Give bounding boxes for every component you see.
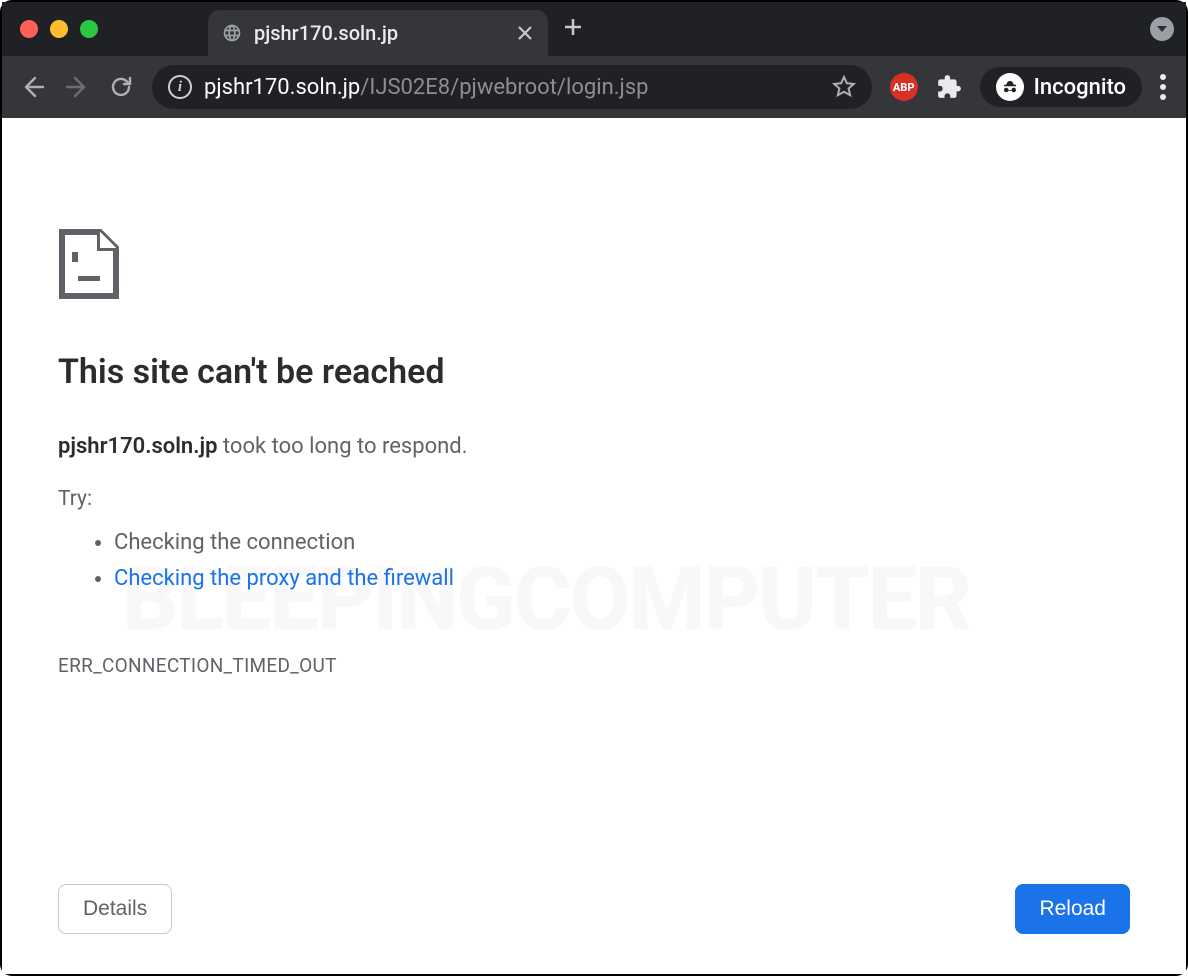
incognito-badge[interactable]: Incognito [980, 67, 1142, 107]
site-info-icon[interactable]: i [168, 75, 192, 99]
suggestions-list: Checking the connection Checking the pro… [58, 525, 1130, 598]
error-host: pjshr170.soln.jp [58, 434, 217, 459]
new-tab-button[interactable] [562, 16, 584, 42]
incognito-label: Incognito [1034, 75, 1126, 100]
sad-file-icon [58, 228, 1130, 304]
suggestion-check-proxy-firewall[interactable]: Checking the proxy and the firewall [114, 566, 454, 591]
page-content: BLEEPINGCOMPUTER This site can't be reac… [2, 118, 1186, 974]
close-window-button[interactable] [20, 20, 38, 38]
maximize-window-button[interactable] [80, 20, 98, 38]
tab-strip: pjshr170.soln.jp [2, 2, 1186, 56]
reload-button[interactable]: Reload [1015, 884, 1130, 934]
profile-menu-icon[interactable] [1150, 17, 1174, 41]
incognito-icon [996, 73, 1024, 101]
forward-button[interactable] [64, 74, 90, 100]
address-bar[interactable]: i pjshr170.soln.jp/IJS02E8/pjwebroot/log… [152, 65, 872, 109]
error-subtitle: pjshr170.soln.jp took too long to respon… [58, 434, 1130, 459]
url-path: /IJS02E8/pjwebroot/login.jsp [360, 75, 648, 100]
tab-title: pjshr170.soln.jp [254, 21, 398, 45]
error-host-suffix: took too long to respond. [217, 434, 467, 459]
browser-chrome: pjshr170.soln.jp i pjshr170.soln.jp/IJS0… [2, 2, 1186, 118]
reload-icon[interactable] [108, 74, 134, 100]
back-button[interactable] [20, 74, 46, 100]
suggestion-check-connection: Checking the connection [114, 525, 1130, 561]
button-row: Details Reload [58, 884, 1130, 934]
error-title: This site can't be reached [58, 352, 1130, 392]
minimize-window-button[interactable] [50, 20, 68, 38]
kebab-menu-icon[interactable] [1160, 74, 1168, 100]
try-label: Try: [58, 487, 1130, 511]
browser-tab[interactable]: pjshr170.soln.jp [208, 10, 548, 56]
error-code: ERR_CONNECTION_TIMED_OUT [58, 654, 1130, 677]
close-tab-icon[interactable] [516, 24, 534, 42]
bookmark-star-icon[interactable] [832, 75, 856, 99]
toolbar: i pjshr170.soln.jp/IJS02E8/pjwebroot/log… [2, 56, 1186, 118]
details-button[interactable]: Details [58, 884, 172, 934]
extensions-puzzle-icon[interactable] [936, 74, 962, 100]
window-controls [20, 20, 98, 38]
globe-icon [222, 23, 242, 43]
url-host: pjshr170.soln.jp [204, 75, 360, 100]
adblock-extension-icon[interactable]: ABP [890, 73, 918, 101]
